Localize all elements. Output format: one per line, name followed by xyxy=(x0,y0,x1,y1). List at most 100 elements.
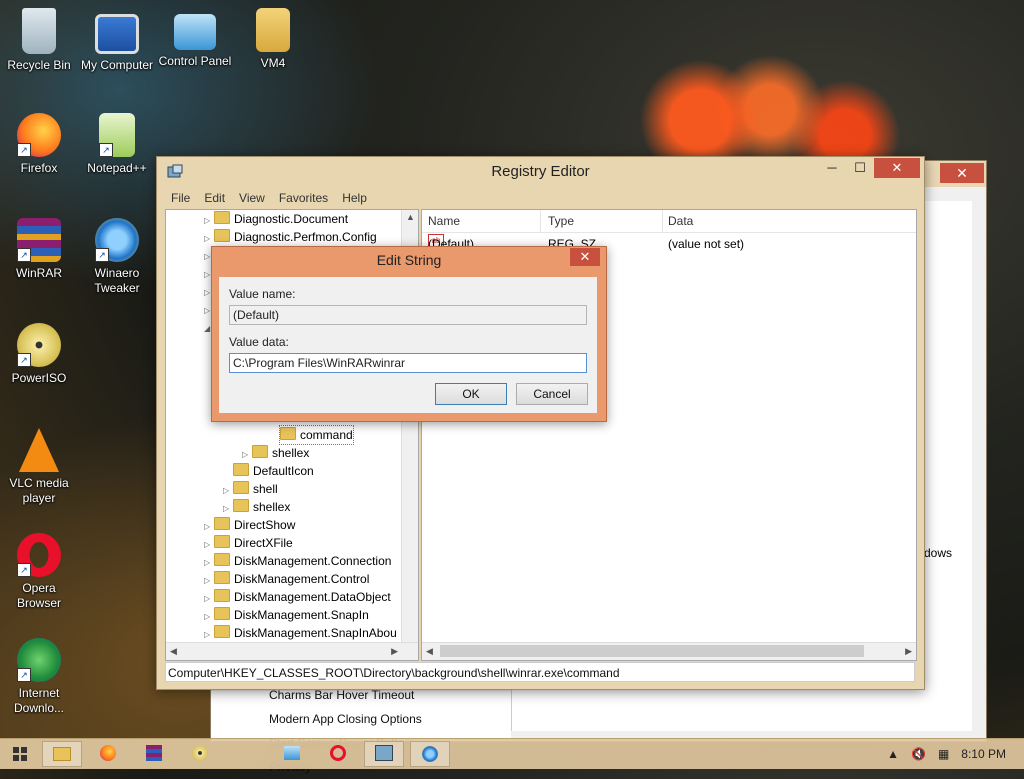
scroll-right-icon[interactable]: ▶ xyxy=(391,646,398,657)
window-title: Registry Editor xyxy=(491,163,590,180)
folder-icon xyxy=(53,747,71,761)
column-header-name[interactable]: Name xyxy=(428,210,460,232)
tree-item-selected[interactable]: command xyxy=(279,425,354,445)
desktop-icon-control-panel[interactable]: Control Panel xyxy=(155,8,235,69)
tree-item[interactable]: ▷ DiskManagement.DataObject xyxy=(204,588,391,606)
desktop-icon-opera[interactable]: ↗ Opera Browser xyxy=(0,533,79,611)
tree-item[interactable]: ▷ DiskManagement.SnapIn xyxy=(204,606,369,624)
scroll-left-icon[interactable]: ◀ xyxy=(426,646,433,657)
scroll-right-icon[interactable]: ▶ xyxy=(905,646,912,657)
desktop-icon-label: Recycle Bin xyxy=(7,58,71,72)
scroll-up-icon[interactable]: ▲ xyxy=(406,212,415,222)
start-button[interactable] xyxy=(0,741,40,767)
desktop-icon-vlc[interactable]: VLC media player xyxy=(0,428,79,506)
registry-editor-titlebar[interactable]: Registry Editor xyxy=(157,157,924,187)
desktop-icon-label: Control Panel xyxy=(158,54,232,68)
taskbar-control-panel[interactable] xyxy=(272,741,312,767)
ok-button[interactable]: OK xyxy=(435,383,507,405)
network-icon[interactable]: ▦ xyxy=(938,747,949,761)
computer-icon xyxy=(95,14,139,54)
tree-item[interactable]: ▷ DirectXFile xyxy=(204,534,293,552)
close-button[interactable]: ✕ xyxy=(874,158,920,178)
taskbar-winaero-tweaker[interactable] xyxy=(410,741,450,767)
values-header: Name Type Data xyxy=(422,210,916,233)
registry-editor-window[interactable]: Registry Editor ─ ☐ ✕ File Edit View Fav… xyxy=(156,156,925,690)
list-item[interactable]: Modern App Closing Options xyxy=(269,707,422,731)
taskbar-firefox[interactable] xyxy=(88,741,128,767)
desktop-icon-label: Opera Browser xyxy=(16,581,61,610)
desktop-icon-label: My Computer xyxy=(80,58,154,72)
menu-favorites[interactable]: Favorites xyxy=(273,187,334,209)
menu-help[interactable]: Help xyxy=(336,187,373,209)
desktop-icon-firefox[interactable]: ↗ Firefox xyxy=(0,113,79,176)
clock[interactable]: 8:10 PM xyxy=(961,747,1006,761)
scrollbar-thumb[interactable] xyxy=(440,645,864,657)
tree-item[interactable]: ▷ Diagnostic.Perfmon.Config xyxy=(204,228,377,246)
volume-muted-icon[interactable]: 🔇 xyxy=(911,747,926,761)
user-folder-icon xyxy=(256,8,290,52)
maximize-button[interactable]: ☐ xyxy=(846,158,874,178)
poweriso-icon xyxy=(192,745,208,761)
folder-icon xyxy=(214,571,230,584)
background-window-close-button[interactable]: ✕ xyxy=(940,163,984,183)
tree-item[interactable]: DefaultIcon xyxy=(223,462,314,480)
desktop-icon-notepadpp[interactable]: ↗ Notepad++ xyxy=(77,113,157,176)
tree-item[interactable]: ▷ DiskManagement.Connection xyxy=(204,552,391,570)
values-horizontal-scrollbar[interactable]: ◀ ▶ xyxy=(422,642,916,660)
tree-item[interactable]: ▷ DiskManagement.SnapInAbou xyxy=(204,624,397,642)
value-name-field[interactable]: (Default) xyxy=(229,305,587,325)
folder-icon xyxy=(233,499,249,512)
column-header-type[interactable]: Type xyxy=(548,210,574,232)
desktop-icon-my-computer[interactable]: My Computer xyxy=(77,8,157,73)
column-header-data[interactable]: Data xyxy=(668,210,693,232)
opera-icon: ↗ xyxy=(17,533,61,577)
desktop-icon-label: Firefox xyxy=(20,161,58,175)
dialog-close-button[interactable]: ✕ xyxy=(570,248,600,266)
dialog-title[interactable]: Edit String xyxy=(212,247,606,273)
desktop-icon-label: Winaero Tweaker xyxy=(94,266,140,295)
desktop-icon-internet-download-manager[interactable]: ↗ Internet Downlo... xyxy=(0,638,79,716)
taskbar-poweriso[interactable] xyxy=(180,741,220,767)
taskbar-winrar[interactable] xyxy=(134,741,174,767)
value-data: (value not set) xyxy=(668,237,745,251)
menu-view[interactable]: View xyxy=(233,187,271,209)
folder-icon xyxy=(214,607,230,620)
desktop-icon-winaero-tweaker[interactable]: ↗ Winaero Tweaker xyxy=(77,218,157,296)
tree-item[interactable]: ▷ shellex xyxy=(242,444,309,462)
status-bar: Computer\HKEY_CLASSES_ROOT\Directory\bac… xyxy=(165,662,915,682)
taskbar-registry-editor[interactable] xyxy=(364,741,404,767)
tree-horizontal-scrollbar[interactable]: ◀ ▶ xyxy=(166,642,418,660)
tree-item[interactable]: ▷ DirectShow xyxy=(204,516,295,534)
column-separator xyxy=(540,210,541,232)
tree-item[interactable]: ▷ DiskManagement.Control xyxy=(204,570,369,588)
desktop-icon-label: VLC media player xyxy=(9,476,69,505)
folder-icon xyxy=(214,625,230,638)
winrar-icon: ↗ xyxy=(17,218,61,262)
tree-item[interactable]: ▷ shellex xyxy=(223,498,290,516)
menu-edit[interactable]: Edit xyxy=(198,187,231,209)
desktop-icon-label: Notepad++ xyxy=(87,161,147,175)
cancel-button[interactable]: Cancel xyxy=(516,383,588,405)
show-hidden-icons-icon[interactable]: ▲ xyxy=(887,747,899,761)
scroll-left-icon[interactable]: ◀ xyxy=(170,646,177,657)
desktop-icon-vm4[interactable]: VM4 xyxy=(233,8,313,71)
desktop-icon-label: WinRAR xyxy=(15,266,62,280)
folder-icon xyxy=(214,535,230,548)
menu-file[interactable]: File xyxy=(165,187,196,209)
minimize-button[interactable]: ─ xyxy=(818,158,846,178)
control-panel-icon xyxy=(284,746,300,760)
value-data-field[interactable]: C:\Program Files\WinRARwinrar xyxy=(229,353,587,373)
desktop-icon-recycle-bin[interactable]: Recycle Bin xyxy=(0,8,79,73)
tree-item[interactable]: ▷ Diagnostic.Document xyxy=(204,210,348,228)
taskbar-opera[interactable] xyxy=(318,741,358,767)
menu-bar: File Edit View Favorites Help xyxy=(165,187,373,209)
folder-icon xyxy=(214,229,230,242)
window-controls: ─ ☐ ✕ xyxy=(818,158,920,178)
taskbar-file-explorer[interactable] xyxy=(42,741,82,767)
tree-item[interactable]: ▷ shell xyxy=(223,480,278,498)
folder-icon xyxy=(214,553,230,566)
desktop-icon-poweriso[interactable]: ↗ PowerISO xyxy=(0,323,79,386)
winrar-icon xyxy=(146,745,162,761)
desktop-icon-winrar[interactable]: ↗ WinRAR xyxy=(0,218,79,281)
edit-string-dialog[interactable]: Edit String ✕ Value name: (Default) Valu… xyxy=(211,246,607,422)
